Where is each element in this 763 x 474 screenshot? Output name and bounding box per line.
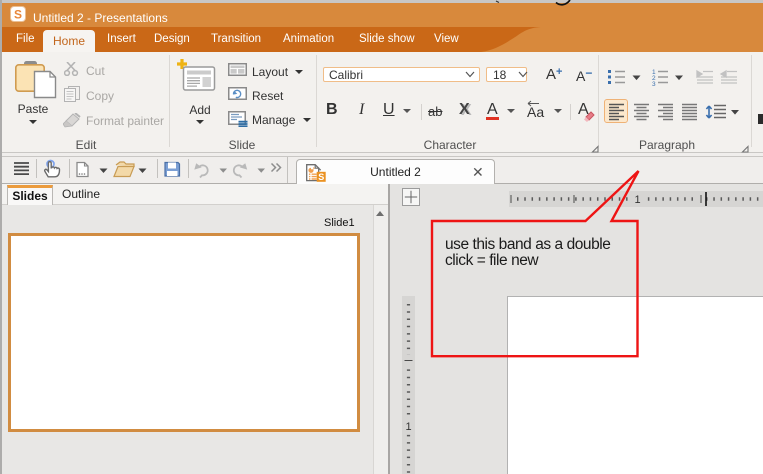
svg-text:1: 1 [405, 421, 411, 433]
svg-text:Aa: Aa [527, 104, 544, 120]
svg-text:S: S [14, 8, 22, 22]
svg-text:3: 3 [652, 81, 656, 86]
